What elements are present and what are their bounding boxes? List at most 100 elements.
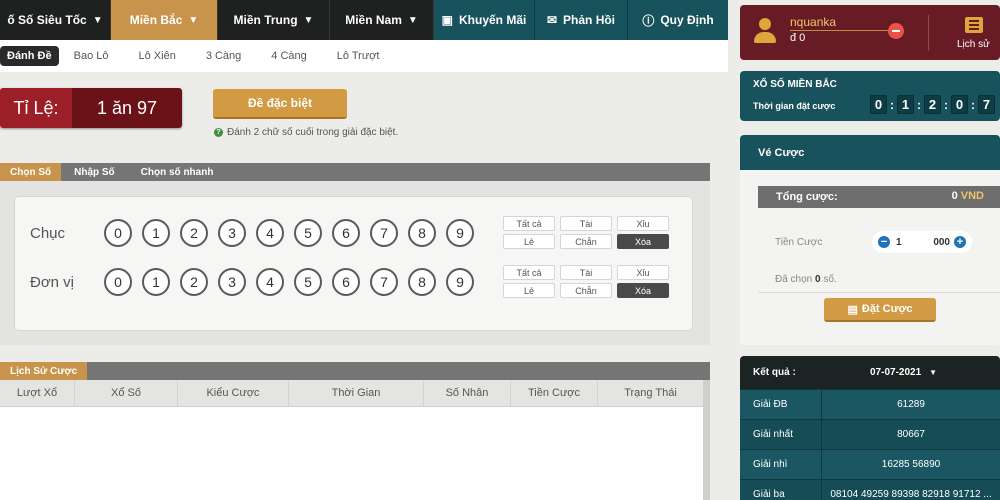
clear-button[interactable]: Xóa — [617, 234, 669, 249]
digit-button[interactable]: 2 — [180, 268, 208, 296]
select-all-button[interactable]: Tất cả — [503, 216, 555, 231]
decrement-icon[interactable]: − — [878, 236, 890, 248]
clear-button[interactable]: Xóa — [617, 283, 669, 298]
stake-input[interactable]: 1 — [896, 237, 902, 248]
tab-bao-lo[interactable]: Bao Lô — [59, 50, 124, 62]
digit-button[interactable]: 5 — [294, 219, 322, 247]
digit-button[interactable]: 7 — [370, 219, 398, 247]
col-header: Tiền Cược — [511, 380, 598, 406]
odds-label: Tỉ Lệ: — [0, 88, 72, 128]
nav-label: Khuyến Mãi — [459, 13, 527, 27]
digit-button[interactable]: 0 — [104, 219, 132, 247]
select-big-button[interactable]: Tài — [560, 216, 612, 231]
nav-item-sieu-toc[interactable]: ố Số Siêu Tốc ▼ — [0, 0, 111, 40]
prize-value: 80667 — [897, 429, 925, 440]
stake-label: Tiền Cược — [775, 237, 823, 248]
stake-stepper: − 1 000 + — [872, 231, 972, 253]
prize-value: 61289 — [897, 399, 925, 410]
results-panel: Kết quả : 07-07-2021 ▼ Giải ĐB 61289 Giả… — [740, 356, 1000, 500]
digit-button[interactable]: 3 — [218, 219, 246, 247]
results-date: 07-07-2021 — [870, 367, 922, 378]
minus-icon[interactable] — [888, 23, 904, 39]
bet-slip: Vé Cược Tổng cược: 0 VND Tiền Cược − 1 0… — [740, 135, 1000, 345]
col-header: Trạng Thái — [624, 387, 677, 399]
digit-button[interactable]: 1 — [142, 219, 170, 247]
digit-row-don-vi: 0 1 2 3 4 5 6 7 8 9 — [104, 268, 484, 296]
digit-button[interactable]: 7 — [370, 268, 398, 296]
nav-item-mien-trung[interactable]: Miền Trung ▼ — [218, 0, 330, 40]
digit-button[interactable]: 0 — [104, 268, 132, 296]
digit-button[interactable]: 8 — [408, 268, 436, 296]
select-odd-button[interactable]: Lẻ — [503, 234, 555, 249]
prize-name: Giải nhất — [740, 420, 822, 449]
nav-item-mien-nam[interactable]: Miền Nam ▼ — [330, 0, 434, 40]
select-even-button[interactable]: Chẵn — [560, 283, 612, 298]
history-table-header: Lượt Xổ Xổ Số Kiểu Cược Thời Gian Số Nhâ… — [0, 380, 703, 407]
col-header: Xổ Số — [75, 380, 178, 406]
select-small-button[interactable]: Xỉu — [617, 265, 669, 280]
chosen-prefix: Đã chọn — [775, 274, 813, 285]
increment-icon[interactable]: + — [954, 236, 966, 248]
digit-button[interactable]: 9 — [446, 219, 474, 247]
prize-name: Giải ĐB — [740, 390, 822, 419]
draw-title: XỔ SỐ MIỀN BẮC — [753, 79, 837, 90]
result-row: Giải nhì 16285 56890 — [740, 449, 1000, 479]
hint-label: Đánh 2 chữ số cuối trong giải đặc biệt. — [227, 127, 399, 138]
bet-slip-title: Vé Cược — [740, 135, 1000, 170]
bet-type-tabs: Đánh Đề Bao Lô Lô Xiên 3 Càng 4 Càng Lô … — [0, 40, 728, 72]
nav-label: Miền Nam — [345, 13, 402, 27]
result-row: Giải nhất 80667 — [740, 419, 1000, 449]
timer-separator: : — [890, 97, 894, 112]
digit-button[interactable]: 6 — [332, 219, 360, 247]
results-title: Kết quả : — [753, 367, 796, 378]
digit-button[interactable]: 1 — [142, 268, 170, 296]
digit-button[interactable]: 8 — [408, 219, 436, 247]
tab-chon-so[interactable]: Chọn Số — [0, 163, 62, 181]
select-even-button[interactable]: Chẵn — [560, 234, 612, 249]
top-nav: ố Số Siêu Tốc ▼ Miền Bắc ▼ Miền Trung ▼ … — [0, 0, 728, 40]
tab-lich-su-cuoc[interactable]: Lịch Sử Cược — [0, 362, 88, 380]
digit-button[interactable]: 2 — [180, 219, 208, 247]
history-link[interactable]: Lịch sử — [957, 39, 990, 50]
nav-label: Phản Hồi — [563, 13, 616, 27]
history-scrollbar[interactable] — [703, 380, 710, 500]
nav-label: Miền Bắc — [129, 13, 183, 27]
select-small-button[interactable]: Xỉu — [617, 216, 669, 231]
chosen-suffix: số. — [823, 274, 837, 285]
results-date-select[interactable]: 07-07-2021 ▼ — [870, 367, 937, 378]
timer-digit: 1 — [897, 95, 914, 114]
balance: đ 0 — [790, 32, 806, 44]
digit-button[interactable]: 4 — [256, 219, 284, 247]
tab-3-cang[interactable]: 3 Càng — [191, 50, 256, 62]
prize-value: 16285 56890 — [881, 459, 941, 470]
digit-button[interactable]: 6 — [332, 268, 360, 296]
tab-nhap-so[interactable]: Nhập Số — [61, 163, 128, 181]
special-prize-button[interactable]: Đề đặc biệt — [213, 89, 347, 119]
digit-button[interactable]: 5 — [294, 268, 322, 296]
digit-button[interactable]: 4 — [256, 268, 284, 296]
tab-lo-xien[interactable]: Lô Xiên — [124, 50, 191, 62]
nav-item-mien-bac[interactable]: Miền Bắc ▼ — [111, 0, 218, 40]
select-big-button[interactable]: Tài — [560, 265, 612, 280]
nav-item-khuyen-mai[interactable]: ▣ Khuyến Mãi — [434, 0, 535, 40]
digit-button[interactable]: 3 — [218, 268, 246, 296]
chevron-down-icon: ▼ — [303, 14, 314, 26]
place-bet-button[interactable]: ▤ Đặt Cược — [824, 298, 936, 322]
draw-time-label: Thời gian đặt cược — [753, 101, 836, 111]
tab-chon-so-nhanh[interactable]: Chọn số nhanh — [128, 163, 227, 181]
select-all-button[interactable]: Tất cả — [503, 265, 555, 280]
divider — [758, 292, 1000, 293]
col-header: Lượt Xổ — [0, 380, 75, 406]
digit-button[interactable]: 9 — [446, 268, 474, 296]
tab-lo-truot[interactable]: Lô Trượt — [322, 50, 395, 62]
prize-value: 08104 49259 89398 82918 91712 ... — [830, 489, 992, 500]
history-list-icon[interactable] — [965, 17, 983, 33]
nav-item-phan-hoi[interactable]: ✉ Phản Hồi — [535, 0, 628, 40]
divider — [928, 15, 929, 51]
nav-item-quy-dinh[interactable]: ⓘ Quy Định — [628, 0, 728, 40]
select-odd-button[interactable]: Lẻ — [503, 283, 555, 298]
timer-separator: : — [917, 97, 921, 112]
tab-4-cang[interactable]: 4 Càng — [256, 50, 321, 62]
tab-danh-de[interactable]: Đánh Đề — [0, 46, 59, 66]
timer-digit: 0 — [870, 95, 887, 114]
